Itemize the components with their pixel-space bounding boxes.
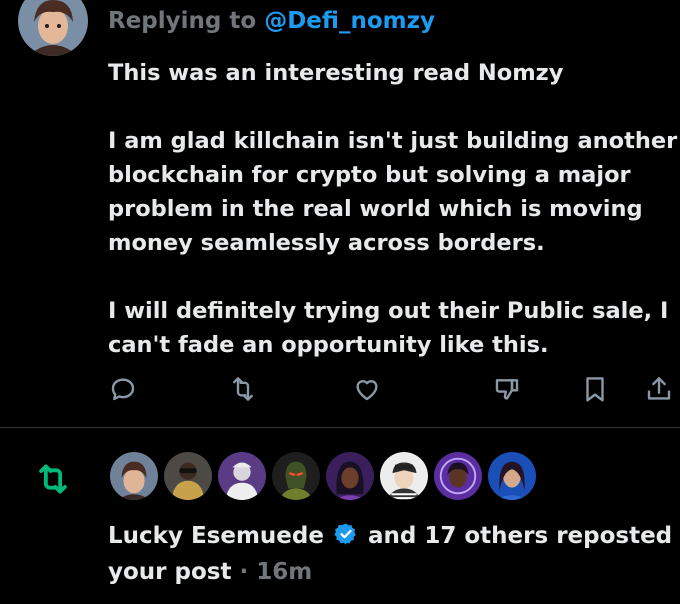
avatar[interactable] xyxy=(162,450,214,502)
repost-target: your post xyxy=(108,559,232,585)
like-icon[interactable] xyxy=(352,374,382,404)
timestamp: 16m xyxy=(256,559,313,585)
reposter-name[interactable]: Lucky Esemuede xyxy=(108,523,324,549)
verified-badge-icon xyxy=(334,522,358,546)
avatar[interactable] xyxy=(486,450,538,502)
tweet-line: I am glad killchain isn't just building … xyxy=(108,128,678,154)
repost-icon[interactable] xyxy=(228,374,258,404)
replying-to-line: Replying to @Defi_nomzy xyxy=(108,8,435,34)
tweet-line: problem in the real world which is movin… xyxy=(108,196,643,222)
repost-notification-text: Lucky Esemuede and 17 others reposted yo… xyxy=(108,518,673,590)
repost-icon xyxy=(34,460,72,498)
avatar[interactable] xyxy=(378,450,430,502)
avatar[interactable] xyxy=(324,450,376,502)
tweet-line: can't fade an opportunity like this. xyxy=(108,332,549,358)
reply-icon[interactable] xyxy=(108,374,138,404)
avatar[interactable] xyxy=(108,450,160,502)
tweet-line: money seamlessly across borders. xyxy=(108,230,545,256)
time-separator: · xyxy=(239,559,249,585)
repost-summary: and 17 others reposted xyxy=(368,523,673,549)
tweet-text: This was an interesting read Nomzy I am … xyxy=(108,56,678,362)
avatar[interactable] xyxy=(216,450,268,502)
author-avatar[interactable] xyxy=(18,0,88,56)
replying-to-label: Replying to xyxy=(108,8,257,34)
replying-to-handle[interactable]: @Defi_nomzy xyxy=(264,8,435,34)
avatar[interactable] xyxy=(432,450,484,502)
tweet-action-bar xyxy=(0,374,680,404)
avatar[interactable] xyxy=(270,450,322,502)
tweet-line: blockchain for crypto but solving a majo… xyxy=(108,162,631,188)
bookmark-icon[interactable] xyxy=(580,374,610,404)
dislike-icon[interactable] xyxy=(492,374,522,404)
tweet-line: This was an interesting read Nomzy xyxy=(108,60,564,86)
divider xyxy=(0,427,680,428)
tweet-line: I will definitely trying out their Publi… xyxy=(108,298,669,324)
share-icon[interactable] xyxy=(644,374,674,404)
